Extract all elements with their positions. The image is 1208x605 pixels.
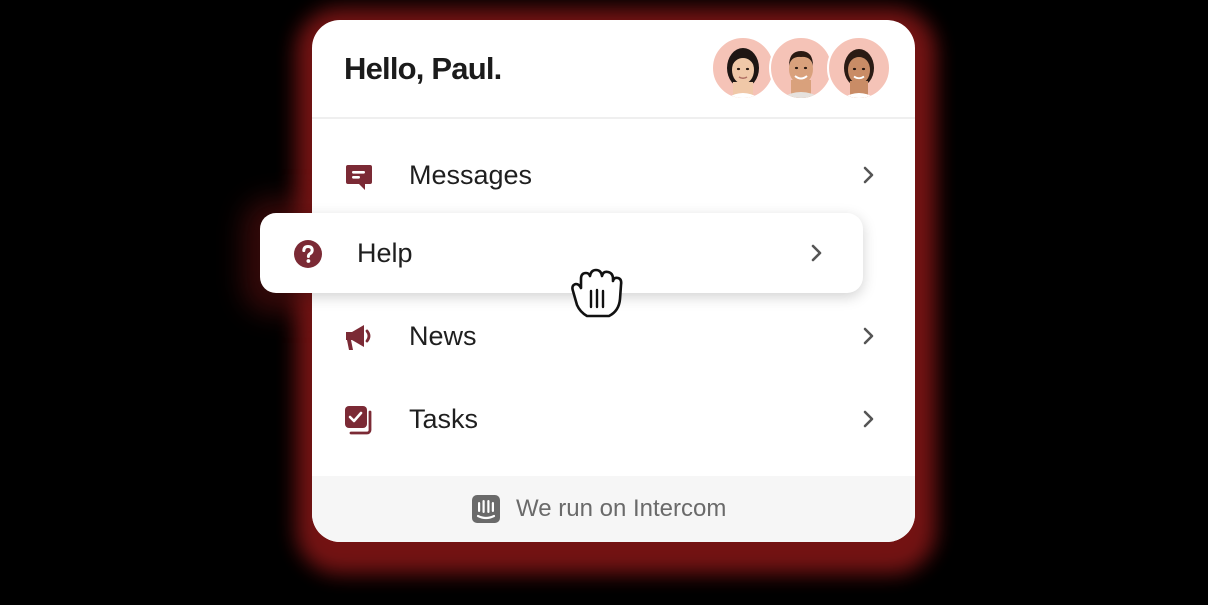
menu-item-help[interactable]: Help — [260, 213, 863, 293]
greeting-title: Hello, Paul. — [344, 51, 502, 86]
avatar-man — [769, 36, 833, 100]
team-avatars — [711, 36, 891, 100]
menu-item-label: Help — [357, 238, 413, 268]
megaphone-icon — [346, 325, 371, 350]
question-circle-icon — [294, 240, 322, 268]
footer-content: We run on Intercom — [472, 493, 726, 525]
chevron-right-icon — [863, 327, 874, 345]
menu-item-label: Tasks — [409, 404, 479, 434]
chevron-right-icon — [811, 244, 822, 262]
powered-by-footer[interactable]: We run on Intercom — [312, 476, 915, 542]
avatar-woman-2 — [827, 36, 891, 100]
menu-item-messages[interactable]: Messages — [312, 135, 915, 215]
chevron-right-icon — [863, 410, 874, 428]
panel-header: Hello, Paul. — [312, 20, 915, 119]
stage: Hello, Paul. Messages News Tasks We run … — [0, 0, 1208, 605]
intercom-logo-icon — [472, 495, 500, 523]
grab-hand-cursor-icon — [571, 268, 623, 318]
menu-item-label: Messages — [409, 160, 533, 190]
chevron-right-icon — [863, 166, 874, 184]
footer-text: We run on Intercom — [516, 495, 727, 522]
menu-item-tasks[interactable]: Tasks — [312, 379, 915, 459]
avatar-woman-1 — [711, 36, 775, 100]
task-checklist-icon — [345, 406, 372, 435]
menu-item-label: News — [409, 321, 477, 351]
message-icon — [346, 165, 372, 190]
